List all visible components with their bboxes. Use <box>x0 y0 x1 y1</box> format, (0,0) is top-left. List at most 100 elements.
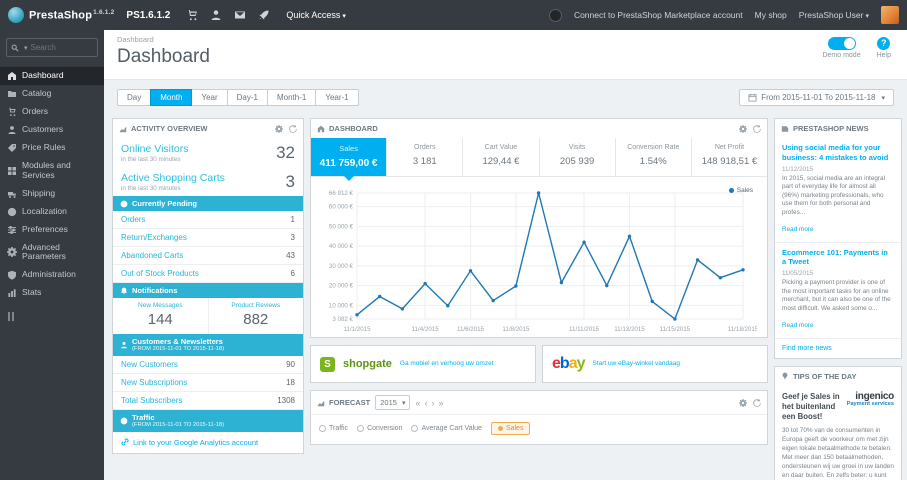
notifications-header: Notifications <box>113 283 303 298</box>
trends-column: DASHBOARD Sales 411 759,00 € Orders 3 181 … <box>310 118 768 452</box>
orders-notification-icon[interactable] <box>180 0 204 30</box>
clock-icon <box>120 200 128 207</box>
sidebar-item-shipping[interactable]: Shipping <box>0 185 104 203</box>
tips-of-the-day-panel: TIPS OF THE DAY Geef je Sales in het bui… <box>774 365 902 480</box>
shopgate-promo-link[interactable]: Ga mobiel en verhoog uw omzet <box>400 360 494 368</box>
customers-newsletters-header: Customers & Newsletters (FROM 2015-11-01 … <box>113 334 303 356</box>
chevron-down-icon: ▾ <box>881 94 885 102</box>
date-range-picker[interactable]: From 2015-11-01 To 2015-11-18 ▾ <box>739 89 894 106</box>
notifications-grid: New Messages 144 Product Reviews 882 <box>113 298 303 334</box>
sidebar-search[interactable]: ▾ <box>6 38 98 57</box>
news-title-link[interactable]: Ecommerce 101: Payments in a Tweet <box>782 248 894 268</box>
news-item: Using social media for your business: 4 … <box>775 138 901 243</box>
help-icon[interactable]: ? <box>877 37 891 50</box>
svg-text:11/11/2015: 11/11/2015 <box>569 326 600 333</box>
new-customers-row[interactable]: New Customers 90 <box>113 356 303 374</box>
pending-returns-row[interactable]: Return/Exchanges 3 <box>113 229 303 247</box>
page-header: Dashboard Dashboard Demo mode ? Help <box>104 30 907 80</box>
forecast-year-select[interactable]: 2015 ▾ <box>375 395 411 410</box>
sidebar-item-catalog[interactable]: Catalog <box>0 85 104 103</box>
panel-refresh-icon[interactable] <box>753 398 761 407</box>
total-subscribers-row[interactable]: Total Subscribers 1308 <box>113 392 303 410</box>
kpi-conversion-rate[interactable]: Conversion Rate 1.54% <box>616 138 692 176</box>
find-more-news-link[interactable]: Find more news <box>775 339 901 358</box>
abandoned-carts-row[interactable]: Abandoned Carts 43 <box>113 247 303 265</box>
sidebar-item-customers[interactable]: Customers <box>0 121 104 139</box>
sidebar-item-localization[interactable]: Localization <box>0 203 104 221</box>
product-reviews-cell[interactable]: Product Reviews 882 <box>207 298 304 334</box>
read-more-link[interactable]: Read more <box>782 226 814 233</box>
sliders-icon <box>7 225 17 235</box>
tips-body: Geef je Sales in het buitenland een Boos… <box>775 386 901 480</box>
range-month-minus1-button[interactable]: Month-1 <box>266 89 317 106</box>
chart-legend-dot <box>728 188 734 193</box>
kpi-sales[interactable]: Sales 411 759,00 € <box>311 138 388 181</box>
chart-legend: Sales <box>728 187 753 194</box>
range-year-minus1-button[interactable]: Year-1 <box>315 89 359 106</box>
news-date: 11/12/2015 <box>782 165 814 173</box>
news-title-link[interactable]: Using social media for your business: 4 … <box>782 143 894 163</box>
user-avatar[interactable] <box>881 6 899 24</box>
last-page-icon[interactable]: » <box>438 398 443 408</box>
kpi-visits[interactable]: Visits 205 939 <box>540 138 616 176</box>
range-year-button[interactable]: Year <box>191 89 228 106</box>
chevron-down-icon: ▾ <box>865 13 869 20</box>
google-analytics-link[interactable]: Link to your Google Analytics account <box>113 432 303 453</box>
news-icon <box>781 125 789 133</box>
demo-mode-toggle[interactable] <box>827 37 856 50</box>
dashboard-icon <box>7 71 17 81</box>
onboarding-rocket-icon[interactable] <box>252 0 276 30</box>
legend-sales-active[interactable]: Sales <box>490 422 531 435</box>
traffic-header: Traffic (FROM 2015-11-01 TO 2015-11-18) <box>113 409 303 432</box>
legend-conversion[interactable]: Conversion <box>357 425 402 432</box>
sidebar-item-administration[interactable]: Administration <box>0 266 104 284</box>
activity-column: ACTIVITY OVERVIEW Online Visitors in the … <box>112 118 304 461</box>
out-of-stock-row[interactable]: Out of Stock Products 6 <box>113 265 303 283</box>
legend-average-cart-value[interactable]: Average Cart Value <box>411 425 482 432</box>
search-scope-caret-icon[interactable]: ▾ <box>24 44 28 52</box>
marketplace-connect-link[interactable]: Connect to PrestaShop Marketplace accoun… <box>574 10 743 20</box>
range-month-button[interactable]: Month <box>150 89 193 106</box>
prev-page-icon[interactable]: ‹ <box>424 398 427 408</box>
panel-settings-gear-icon[interactable] <box>739 398 747 407</box>
sidebar-item-dashboard[interactable]: Dashboard <box>0 67 104 85</box>
sidebar-collapse-icon[interactable] <box>8 312 104 322</box>
user-menu[interactable]: PrestaShop User ▾ <box>799 10 869 20</box>
legend-traffic[interactable]: Traffic <box>319 425 348 432</box>
range-day-minus1-button[interactable]: Day-1 <box>226 89 268 106</box>
news-column: PRESTASHOP NEWS Using social media for y… <box>774 118 902 480</box>
prestashop-logo[interactable]: PrestaShop1.6.1.2 <box>0 7 124 23</box>
kpi-orders[interactable]: Orders 3 181 <box>387 138 464 176</box>
active-carts-value: 3 <box>285 172 295 191</box>
date-range-toolbar: Day Month Year Day-1 Month-1 Year-1 From… <box>104 80 907 111</box>
panel-refresh-icon[interactable] <box>753 124 761 133</box>
sidebar-item-stats[interactable]: Stats <box>0 284 104 302</box>
tips-text: 30 tot 70% van de consumenten in Europa … <box>782 427 894 479</box>
pending-orders-row[interactable]: Orders 1 <box>113 211 303 229</box>
range-day-button[interactable]: Day <box>117 89 152 106</box>
kpi-net-profit[interactable]: Net Profit 148 918,51 € <box>692 138 767 176</box>
svg-text:11/18/2015: 11/18/2015 <box>728 326 757 333</box>
messages-notification-icon[interactable] <box>228 0 252 30</box>
new-subscriptions-row[interactable]: New Subscriptions 18 <box>113 374 303 392</box>
sidebar-item-modules[interactable]: Modules and Services <box>0 157 104 185</box>
next-page-icon[interactable]: › <box>431 398 434 408</box>
panel-settings-gear-icon[interactable] <box>739 124 747 133</box>
read-more-link[interactable]: Read more <box>782 322 814 329</box>
search-input[interactable] <box>30 43 83 52</box>
sidebar-item-price-rules[interactable]: Price Rules <box>0 139 104 157</box>
panel-refresh-icon[interactable] <box>289 124 297 133</box>
panel-settings-gear-icon[interactable] <box>275 124 283 133</box>
first-page-icon[interactable]: « <box>415 398 420 408</box>
my-shop-link[interactable]: My shop <box>755 10 787 20</box>
ebay-promo-link[interactable]: Start uw eBay-winkel vandaag <box>593 360 680 368</box>
sidebar-item-preferences[interactable]: Preferences <box>0 221 104 239</box>
quick-access-menu[interactable]: Quick Access ▾ <box>276 10 356 20</box>
shop-name[interactable]: PS1.6.1.2 <box>124 10 180 21</box>
sidebar-item-advanced-parameters[interactable]: Advanced Parameters <box>0 239 104 267</box>
new-messages-cell[interactable]: New Messages 144 <box>113 298 208 334</box>
orange-dot-icon <box>497 426 503 431</box>
kpi-cart-value[interactable]: Cart Value 129,44 € <box>463 138 540 176</box>
customers-notification-icon[interactable] <box>204 0 228 30</box>
sidebar-item-orders[interactable]: Orders <box>0 103 104 121</box>
